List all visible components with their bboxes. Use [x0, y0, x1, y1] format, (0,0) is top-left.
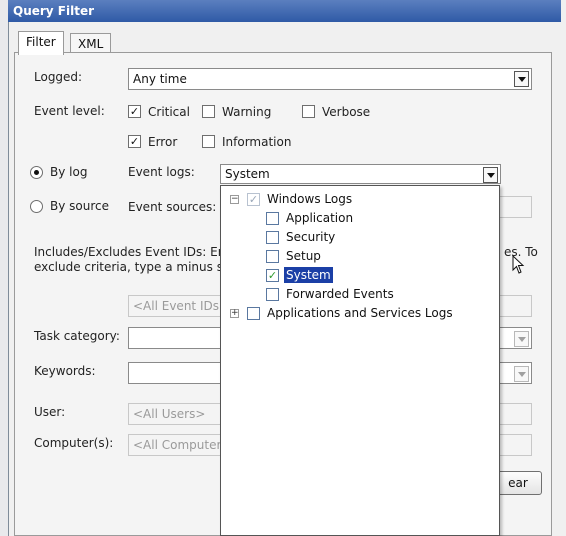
critical-label: Critical — [148, 105, 190, 119]
task-category-label: Task category: — [34, 329, 120, 343]
check-icon: ✓ — [129, 135, 140, 148]
event-logs-label: Event logs: — [128, 165, 195, 179]
chevron-down-icon — [517, 76, 526, 82]
tree-node-system[interactable]: System — [284, 267, 333, 283]
event-sources-label: Event sources: — [128, 200, 217, 214]
tree-node-applications-services-logs[interactable]: Applications and Services Logs — [265, 305, 455, 321]
computer-label: Computer(s): — [34, 436, 114, 450]
event-logs-tree-popup: − ✓ Windows Logs Application Security Se… — [220, 185, 500, 536]
warning-label: Warning — [222, 105, 272, 119]
radio-dot-icon — [34, 170, 39, 175]
by-source-label: By source — [50, 199, 109, 213]
error-label: Error — [148, 135, 178, 149]
tree-node-windows-logs[interactable]: Windows Logs — [265, 191, 354, 207]
tab-xml[interactable]: XML — [70, 33, 112, 54]
tree-node-setup[interactable]: Setup — [284, 248, 323, 264]
logged-dropdown-button[interactable] — [514, 71, 529, 87]
chevron-down-icon — [517, 336, 526, 342]
chevron-down-icon — [486, 172, 495, 178]
event-sources-dropdown[interactable] — [498, 196, 532, 218]
user-label: User: — [34, 405, 66, 419]
window-title: Query Filter — [13, 4, 95, 18]
security-checkbox[interactable] — [266, 231, 279, 244]
information-label: Information — [222, 135, 292, 149]
forwarded-events-checkbox[interactable] — [266, 288, 279, 301]
tab-filter[interactable]: Filter — [18, 31, 64, 55]
check-icon: ✓ — [248, 193, 259, 206]
applications-services-checkbox[interactable] — [247, 307, 260, 320]
task-category-dropdown-button[interactable] — [514, 331, 529, 347]
event-level-label: Event level: — [34, 104, 105, 118]
by-source-radio[interactable] — [30, 200, 43, 213]
collapse-icon[interactable]: − — [230, 195, 239, 204]
application-checkbox[interactable] — [266, 212, 279, 225]
warning-checkbox[interactable] — [202, 105, 215, 118]
event-logs-dropdown[interactable]: System — [220, 164, 501, 184]
verbose-label: Verbose — [322, 105, 371, 119]
by-log-label: By log — [50, 165, 88, 179]
check-icon: ✓ — [267, 269, 278, 282]
logged-dropdown[interactable]: Any time — [128, 68, 532, 90]
critical-checkbox[interactable]: ✓ — [128, 105, 141, 118]
error-checkbox[interactable]: ✓ — [128, 135, 141, 148]
system-checkbox[interactable]: ✓ — [266, 269, 279, 282]
keywords-dropdown-button[interactable] — [514, 366, 529, 382]
tree-node-security[interactable]: Security — [284, 229, 337, 245]
setup-checkbox[interactable] — [266, 250, 279, 263]
verbose-checkbox[interactable] — [302, 105, 315, 118]
event-ids-description: Includes/Excludes Event IDs: Enter — [34, 245, 243, 259]
chevron-down-icon — [517, 371, 526, 377]
windows-logs-checkbox[interactable]: ✓ — [247, 193, 260, 206]
check-icon: ✓ — [129, 105, 140, 118]
event-ids-description-line2: exclude criteria, type a minus sign — [34, 260, 242, 274]
information-checkbox[interactable] — [202, 135, 215, 148]
mouse-cursor-icon — [512, 255, 525, 274]
tree-node-forwarded-events[interactable]: Forwarded Events — [284, 286, 396, 302]
title-bar[interactable]: Query Filter — [8, 0, 561, 22]
event-logs-dropdown-button[interactable] — [483, 167, 498, 183]
logged-label: Logged: — [34, 70, 83, 84]
keywords-label: Keywords: — [34, 364, 96, 378]
by-log-radio[interactable] — [30, 166, 43, 179]
expand-icon[interactable]: + — [230, 309, 239, 318]
tree-node-application[interactable]: Application — [284, 210, 355, 226]
